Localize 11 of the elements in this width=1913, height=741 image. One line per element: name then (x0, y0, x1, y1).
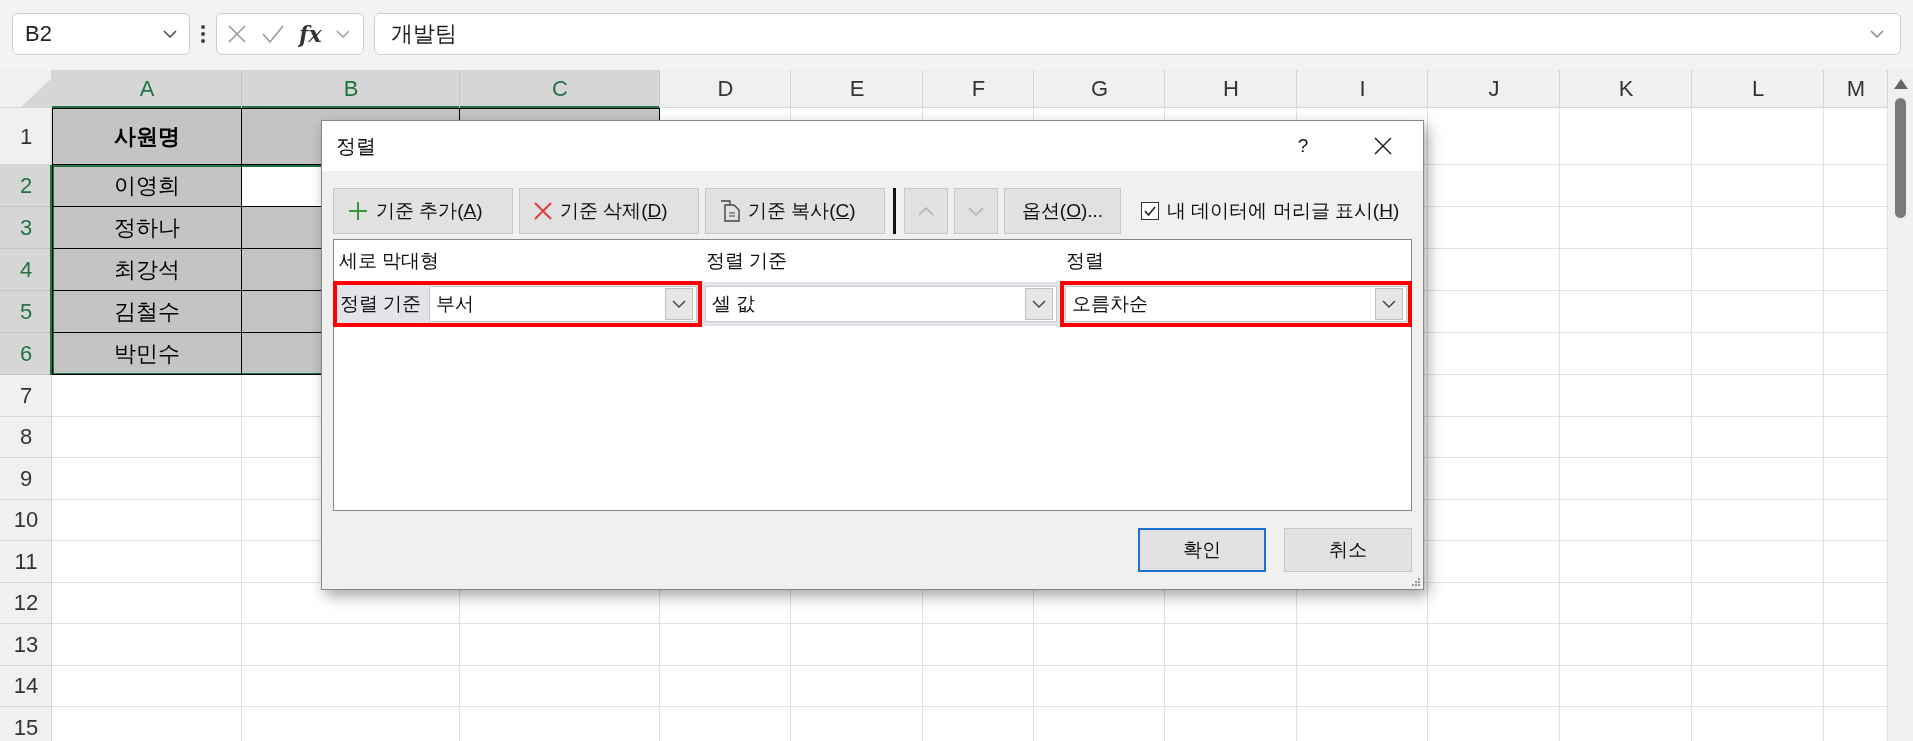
dialog-title: 정렬 (336, 133, 377, 159)
column-heading: 정렬 (1066, 249, 1104, 273)
formula-text: 개발팀 (391, 20, 457, 48)
dropdown-value: 셀 값 (712, 292, 756, 316)
checkbox-label: 내 데이터에 머리글 표시(H) (1167, 199, 1400, 223)
cell-reference: B2 (25, 21, 52, 47)
column-heading: 정렬 기준 (706, 249, 788, 273)
column-heading: 세로 막대형 (339, 249, 440, 273)
dropdown-value: 오름차순 (1072, 292, 1148, 316)
dropdown-value: 부서 (436, 292, 475, 316)
level-label: 정렬 기준 (339, 292, 423, 316)
